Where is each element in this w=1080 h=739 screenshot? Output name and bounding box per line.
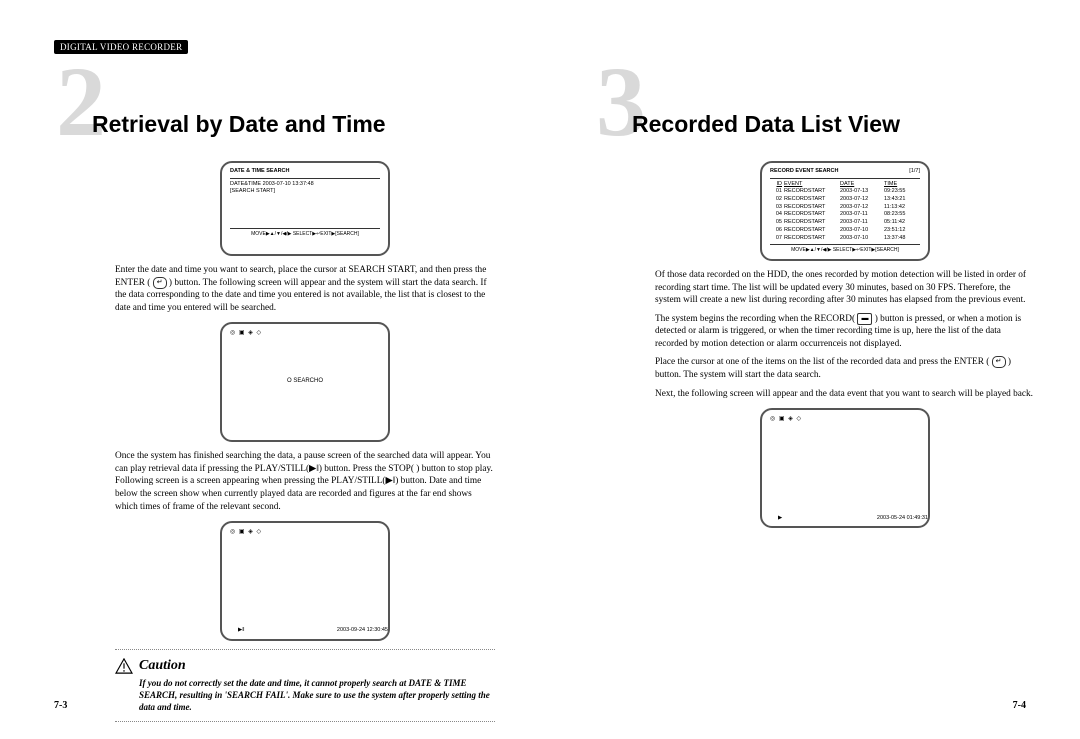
paragraph: Next, the following screen will appear a… (655, 388, 1035, 401)
col-head-date: DATE (840, 181, 884, 189)
screen-playback: ◎ ▣ ◈ ◇ ▶ 2003-05-24 01:49:31 (760, 408, 930, 528)
screen-record-event-list: RECORD EVENT SEARCH [1/7] ID EVENT DATE … (760, 161, 930, 261)
screen-search-progress: ◎ ▣ ◈ ◇ O SEARCHO (220, 322, 390, 442)
table-row: 01RECORDSTART2003-07-1309:23:55 (770, 188, 920, 196)
page-left: DIGITAL VIDEO RECORDER 2 Retrieval by Da… (0, 0, 540, 739)
record-icon: ▬ (857, 313, 872, 325)
table-row: 05RECORDSTART2003-07-1105:11:42 (770, 219, 920, 227)
screen-date-time-search: DATE & TIME SEARCH DATE&TIME 2003-07-10 … (220, 161, 390, 256)
text: The system begins the recording when the… (655, 314, 855, 324)
paragraph: Place the cursor at one of the items on … (655, 356, 1035, 381)
play-datetime: 2003-09-24 12:30:45 (337, 627, 388, 635)
table-row: 02RECORDSTART2003-07-1213:43:21 (770, 196, 920, 204)
col-head-time: TIME (884, 181, 918, 189)
section-title: Recorded Data List View (632, 111, 900, 138)
paragraph: Enter the date and time you want to sear… (115, 264, 495, 314)
page-number: 7-4 (1013, 700, 1026, 711)
play-icon: ▶ (778, 515, 782, 523)
paragraph: Of those data recorded on the HDD, the o… (655, 269, 1035, 307)
content-left: DATE & TIME SEARCH DATE&TIME 2003-07-10 … (115, 155, 495, 730)
table-row: 04RECORDSTART2003-07-1108:23:55 (770, 211, 920, 219)
section-title: Retrieval by Date and Time (92, 111, 386, 138)
event-rows: 01RECORDSTART2003-07-1309:23:5502RECORDS… (770, 188, 920, 242)
text: ) button. The following screen will appe… (115, 278, 487, 313)
status-icons: ◎ ▣ ◈ ◇ (230, 528, 380, 536)
col-head-event: EVENT (784, 181, 840, 189)
status-icons: ◎ ▣ ◈ ◇ (230, 329, 380, 337)
page-right: 3 Recorded Data List View RECORD EVENT S… (540, 0, 1080, 739)
col-head-id: ID (770, 181, 784, 189)
screen-line: [SEARCH START] (230, 188, 380, 196)
caution-label: Caution (139, 658, 186, 674)
paragraph: The system begins the recording when the… (655, 313, 1035, 351)
play-icon: ▶‖ (238, 627, 245, 635)
table-row: 03RECORDSTART2003-07-1211:13:42 (770, 204, 920, 212)
play-datetime: 2003-05-24 01:49:31 (877, 515, 928, 523)
screen-line: DATE&TIME 2003-07-10 13:37:48 (230, 181, 380, 189)
table-row: 06RECORDSTART2003-07-1023:51:12 (770, 227, 920, 235)
screen-playback: ◎ ▣ ◈ ◇ ▶‖ 2003-09-24 12:30:45 (220, 521, 390, 641)
page-spread: DIGITAL VIDEO RECORDER 2 Retrieval by Da… (0, 0, 1080, 739)
text: Place the cursor at one of the items on … (655, 358, 989, 368)
search-text: O SEARCHO (222, 377, 388, 385)
caution-heading: Caution (115, 658, 495, 674)
table-row: 07RECORDSTART2003-07-1013:37:48 (770, 235, 920, 243)
enter-icon: ↵ (153, 277, 167, 289)
warning-icon (115, 658, 133, 674)
screen-footer: MOVE▶▲/▼/◀/▶ SELECT▶↵EXIT▶[SEARCH] (230, 231, 380, 238)
divider (115, 649, 495, 650)
divider (115, 721, 495, 722)
page-number: 7-3 (54, 700, 67, 711)
content-right: RECORD EVENT SEARCH [1/7] ID EVENT DATE … (655, 155, 1035, 536)
paragraph: Once the system has finished searching t… (115, 450, 495, 513)
screen-footer: MOVE▶▲/▼/◀/▶ SELECT▶↵EXIT▶[SEARCH] (770, 247, 920, 254)
status-icons: ◎ ▣ ◈ ◇ (770, 415, 920, 423)
caution-body: If you do not correctly set the date and… (115, 677, 495, 713)
screen-title: DATE & TIME SEARCH (230, 168, 380, 176)
pager: [1/7] (909, 168, 920, 176)
enter-icon: ↵ (992, 356, 1006, 368)
screen-title: RECORD EVENT SEARCH (770, 168, 838, 176)
